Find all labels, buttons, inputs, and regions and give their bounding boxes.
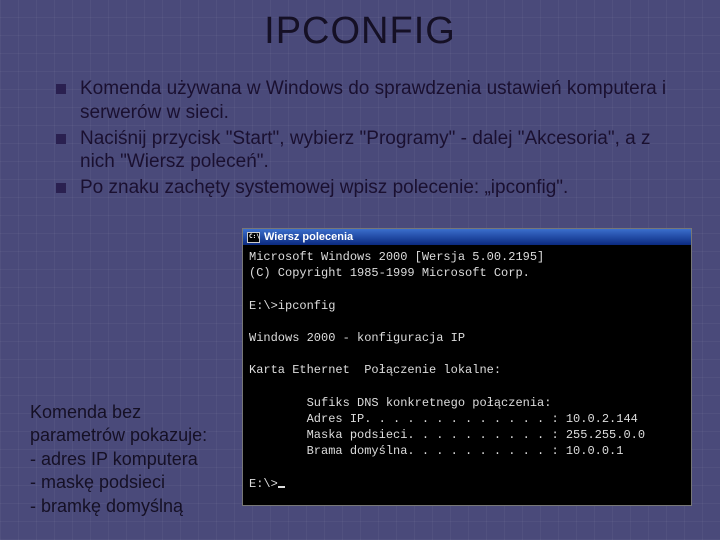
list-item: Po znaku zachęty systemowej wpisz polece… (56, 176, 680, 200)
list-item: Komenda używana w Windows do sprawdzenia… (56, 77, 680, 125)
cmd-icon (247, 232, 260, 243)
bullet-text: Komenda używana w Windows do sprawdzenia… (80, 77, 680, 125)
bullet-text: Naciśnij przycisk "Start", wybierz "Prog… (80, 127, 680, 175)
caption-text: Komenda bez parametrów pokazuje: - adres… (30, 401, 240, 522)
bullet-text: Po znaku zachęty systemowej wpisz polece… (80, 176, 680, 200)
bullet-icon (56, 183, 66, 193)
bullet-icon (56, 134, 66, 144)
window-titlebar: Wiersz polecenia (243, 229, 691, 245)
bullet-icon (56, 84, 66, 94)
page-title: IPCONFIG (0, 0, 720, 53)
window-title: Wiersz polecenia (264, 231, 353, 243)
bullet-list: Komenda używana w Windows do sprawdzenia… (56, 77, 680, 200)
list-item: Naciśnij przycisk "Start", wybierz "Prog… (56, 127, 680, 175)
caption-block: Komenda bez parametrów pokazuje: - adres… (30, 401, 690, 522)
